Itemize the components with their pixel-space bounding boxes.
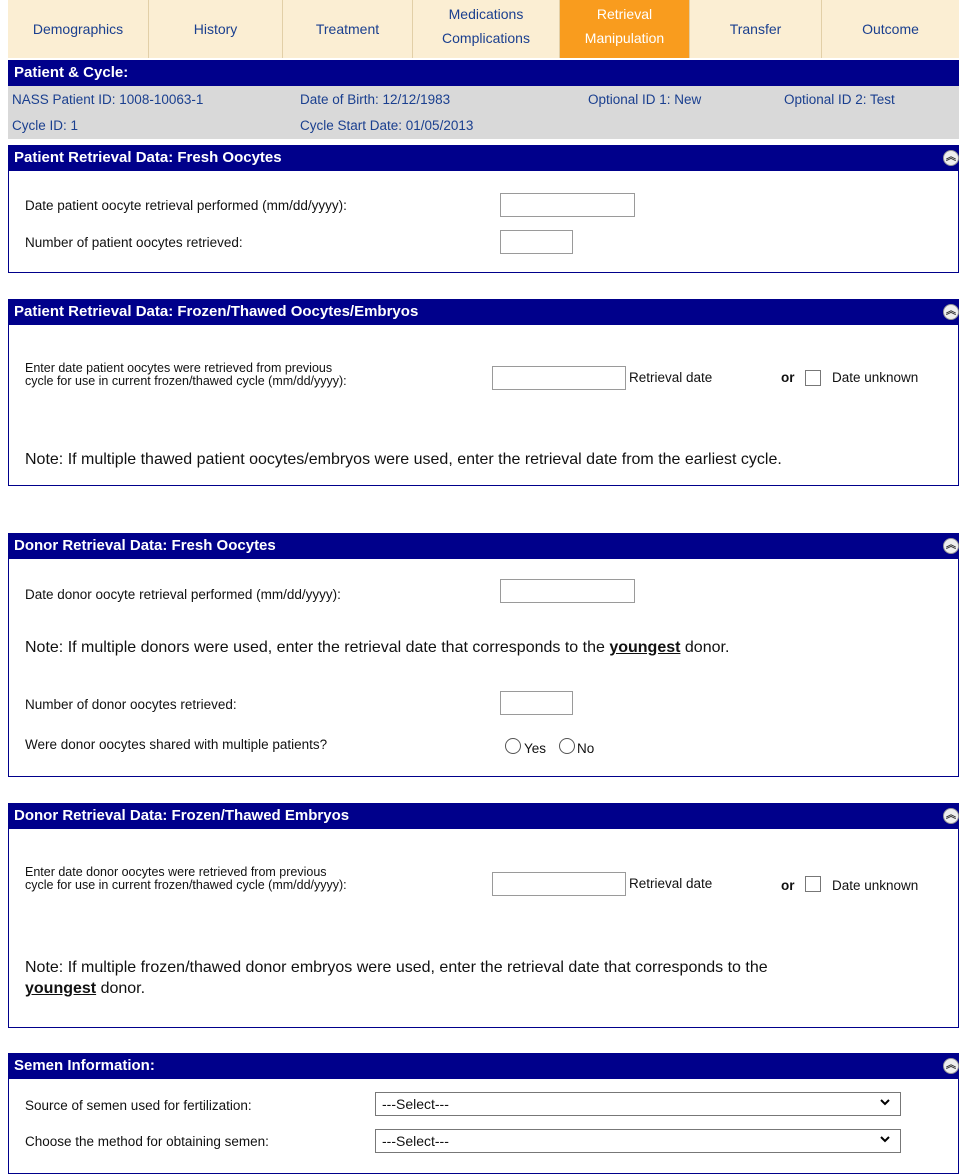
tab-label: History <box>193 21 238 37</box>
tab-label: Medications <box>448 6 524 22</box>
cycle-start-date: Cycle Start Date: 01/05/2013 <box>300 118 474 133</box>
frozen-patient-header: Patient Retrieval Data: Frozen/Thawed Oo… <box>8 299 959 325</box>
tab-label: Transfer <box>729 21 782 37</box>
tab-history[interactable]: History <box>149 0 283 58</box>
section-title: Donor Retrieval Data: Fresh Oocytes <box>14 537 276 554</box>
select-value: ---Select--- <box>382 1133 449 1149</box>
tab-label: Outcome <box>862 21 919 37</box>
donor-shared-label: Were donor oocytes shared with multiple … <box>25 737 328 752</box>
shared-yes-radio[interactable] <box>505 738 521 754</box>
label-line: cycle for use in current frozen/thawed c… <box>25 878 347 892</box>
donor-retrieval-date-label: Date donor oocyte retrieval performed (m… <box>25 587 341 602</box>
donor-oocyte-count-input[interactable] <box>500 691 573 715</box>
collapse-up-icon[interactable]: ︽ <box>943 1058 959 1074</box>
patient-cycle-info: NASS Patient ID: 1008-10063-1 Date of Bi… <box>8 86 959 139</box>
date-of-birth: Date of Birth: 12/12/1983 <box>300 92 451 107</box>
shared-no-radio[interactable] <box>559 738 575 754</box>
label-line: Enter date patient oocytes were retrieve… <box>25 361 333 375</box>
patient-oocyte-count-label: Number of patient oocytes retrieved: <box>25 235 243 250</box>
fresh-donor-header: Donor Retrieval Data: Fresh Oocytes ︽ <box>8 533 959 559</box>
semen-header: Semen Information: ︽ <box>8 1053 959 1079</box>
semen-section: Source of semen used for fertilization: … <box>8 1079 959 1174</box>
tab-label: Complications <box>442 30 530 46</box>
or-label: or <box>781 878 795 893</box>
frozen-patient-retrieval-date-input[interactable] <box>492 366 626 390</box>
optional-id-1: Optional ID 1: New <box>588 92 702 107</box>
fresh-donor-note: Note: If multiple donors were used, ente… <box>25 639 729 657</box>
frozen-donor-retrieval-date-input[interactable] <box>492 872 626 896</box>
nass-patient-id: NASS Patient ID: 1008-10063-1 <box>12 92 204 107</box>
note-text: Note: If multiple donors were used, ente… <box>25 639 610 656</box>
tab-medications-complications[interactable]: Medications Complications <box>413 0 560 58</box>
optional-id-2: Optional ID 2: Test <box>784 92 895 107</box>
retrieval-date-label: Retrieval date <box>629 876 713 891</box>
section-title: Patient & Cycle: <box>14 64 129 81</box>
donor-retrieval-date-input[interactable] <box>500 579 635 603</box>
section-title: Donor Retrieval Data: Frozen/Thawed Embr… <box>14 807 350 824</box>
semen-method-select[interactable]: ---Select--- <box>375 1129 901 1153</box>
tab-treatment[interactable]: Treatment <box>283 0 413 58</box>
note-text: donor. <box>96 980 146 997</box>
frozen-donor-header: Donor Retrieval Data: Frozen/Thawed Embr… <box>8 803 959 829</box>
frozen-patient-section: Enter date patient oocytes were retrieve… <box>8 325 959 486</box>
date-unknown-checkbox[interactable] <box>805 370 821 386</box>
frozen-donor-section: Enter date donor oocytes were retrieved … <box>8 829 959 1028</box>
collapse-up-icon[interactable]: ︽ <box>943 304 959 320</box>
chevron-down-icon <box>880 1099 890 1106</box>
or-label: or <box>781 370 795 385</box>
tab-bar: Demographics History Treatment Medicatio… <box>8 0 959 58</box>
label-line: cycle for use in current frozen/thawed c… <box>25 374 347 388</box>
date-unknown-checkbox[interactable] <box>805 876 821 892</box>
tab-label: Treatment <box>315 21 380 37</box>
semen-source-select[interactable]: ---Select--- <box>375 1092 901 1116</box>
tab-demographics[interactable]: Demographics <box>8 0 149 58</box>
patient-oocyte-count-input[interactable] <box>500 230 573 254</box>
tab-label: Retrieval <box>596 6 653 22</box>
patient-cycle-header: Patient & Cycle: <box>8 60 959 86</box>
cycle-id: Cycle ID: 1 <box>12 118 79 133</box>
fresh-donor-section: Date donor oocyte retrieval performed (m… <box>8 559 959 777</box>
label-line: Enter date donor oocytes were retrieved … <box>25 865 327 879</box>
fresh-patient-header: Patient Retrieval Data: Fresh Oocytes ︽ <box>8 145 959 171</box>
section-title: Semen Information: <box>14 1057 155 1074</box>
collapse-up-icon[interactable]: ︽ <box>943 808 959 824</box>
patient-retrieval-date-label: Date patient oocyte retrieval performed … <box>25 198 347 213</box>
frozen-patient-date-label: Enter date patient oocytes were retrieve… <box>25 362 495 388</box>
date-unknown-label: Date unknown <box>832 370 919 385</box>
frozen-donor-date-label: Enter date donor oocytes were retrieved … <box>25 866 495 892</box>
tab-label: Demographics <box>32 21 124 37</box>
note-text: donor. <box>680 639 730 656</box>
collapse-up-icon[interactable]: ︽ <box>943 538 959 554</box>
semen-source-label: Source of semen used for fertilization: <box>25 1098 252 1113</box>
tab-label: Manipulation <box>584 30 665 46</box>
tab-transfer[interactable]: Transfer <box>690 0 822 58</box>
note-text: Note: If multiple frozen/thawed donor em… <box>25 959 768 976</box>
section-title: Patient Retrieval Data: Frozen/Thawed Oo… <box>14 303 419 320</box>
collapse-up-icon[interactable]: ︽ <box>943 150 959 166</box>
donor-oocyte-count-label: Number of donor oocytes retrieved: <box>25 697 237 712</box>
fresh-patient-section: Date patient oocyte retrieval performed … <box>8 171 959 273</box>
frozen-donor-note: Note: If multiple frozen/thawed donor em… <box>25 957 945 999</box>
note-emphasis: youngest <box>25 980 97 997</box>
select-value: ---Select--- <box>382 1096 449 1112</box>
semen-method-label: Choose the method for obtaining semen: <box>25 1134 269 1149</box>
note-emphasis: youngest <box>609 639 681 656</box>
section-title: Patient Retrieval Data: Fresh Oocytes <box>14 149 282 166</box>
retrieval-date-label: Retrieval date <box>629 370 713 385</box>
chevron-down-icon <box>880 1136 890 1143</box>
date-unknown-label: Date unknown <box>832 878 919 893</box>
no-label: No <box>577 741 595 756</box>
patient-retrieval-date-input[interactable] <box>500 193 635 217</box>
tab-outcome[interactable]: Outcome <box>822 0 959 58</box>
tab-retrieval-manipulation[interactable]: Retrieval Manipulation <box>560 0 690 58</box>
yes-label: Yes <box>524 741 547 756</box>
frozen-patient-note: Note: If multiple thawed patient oocytes… <box>25 451 782 468</box>
